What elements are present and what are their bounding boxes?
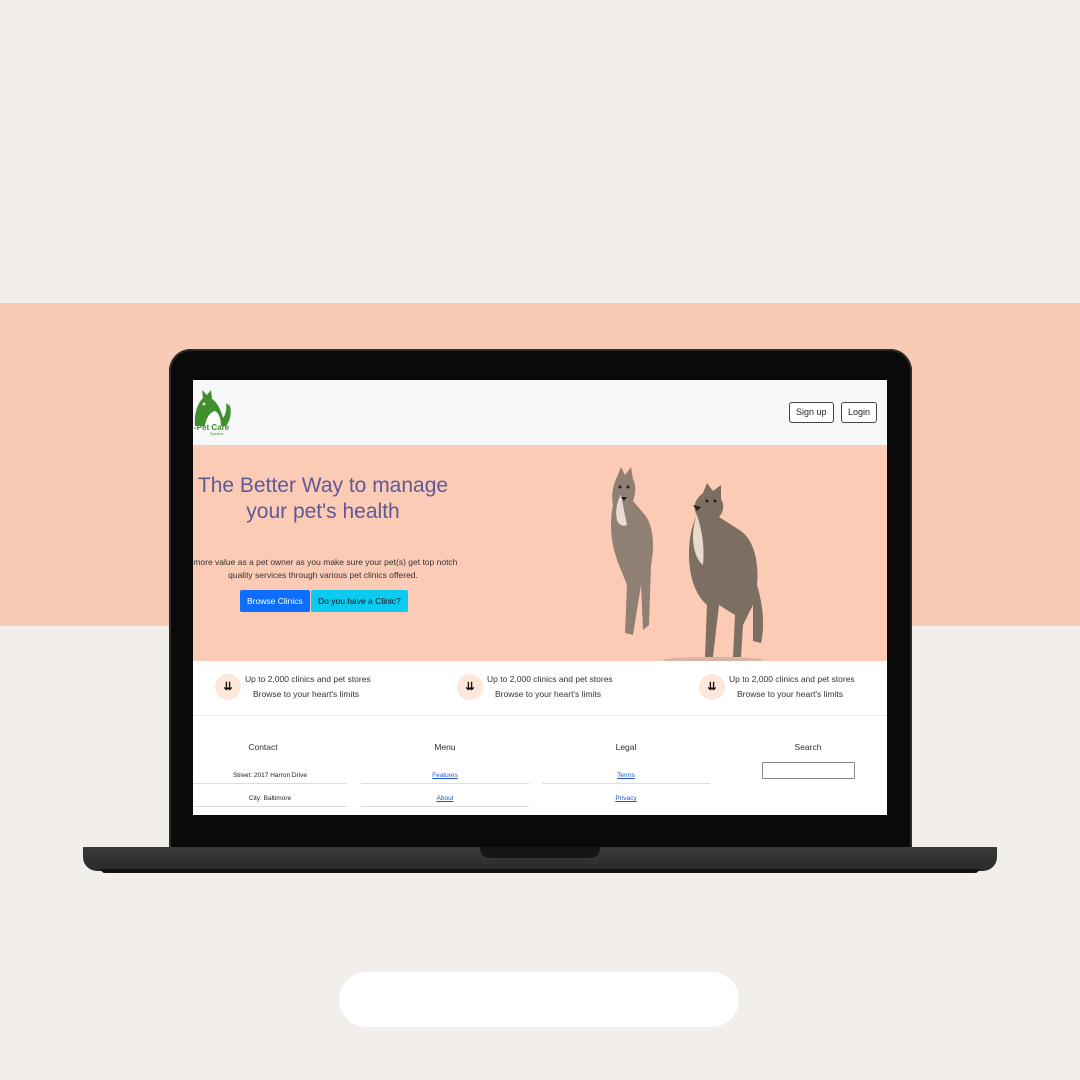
footer-link-privacy[interactable]: Privacy (542, 791, 710, 806)
hero-section: The Better Way to manage your pet's heal… (193, 445, 887, 663)
browse-clinics-button[interactable]: Browse Clinics (240, 590, 310, 612)
two-wolves-image (611, 467, 764, 663)
feature-title: Up to 2,000 clinics and pet stores (729, 674, 855, 684)
hero-title-line2: your pet's health (246, 500, 400, 523)
footer-link-about[interactable]: About (361, 791, 529, 807)
feature-subtitle: Browse to your heart's limits (253, 689, 360, 699)
feature-title: Up to 2,000 clinics and pet stores (487, 674, 613, 684)
footer-link-features[interactable]: Features (361, 768, 529, 784)
navbar: -Pet Care System Sign up Login (193, 380, 887, 445)
white-pill-placeholder (339, 972, 739, 1027)
footer: Contact Street: 2017 Harron Drive City: … (193, 716, 887, 815)
hero-text-line2: quality services through various pet cli… (228, 570, 418, 580)
footer-search-heading: Search (794, 742, 822, 752)
footer-contact-heading: Contact (248, 742, 278, 752)
signup-button[interactable]: Sign up (789, 402, 834, 423)
feature-subtitle: Browse to your heart's limits (737, 689, 844, 699)
laptop-screen: -Pet Care System Sign up Login The Bette… (193, 380, 887, 815)
hero-description: t more value as a pet owner as you make … (193, 556, 465, 582)
hero-title-line1: The Better Way to manage (197, 474, 449, 497)
login-button[interactable]: Login (841, 402, 878, 423)
contact-city: City: Baltimore (193, 791, 347, 807)
feature-subtitle: Browse to your heart's limits (495, 689, 602, 699)
hero-title: The Better Way to manage your pet's heal… (193, 473, 453, 525)
footer-link-terms[interactable]: Terms (542, 768, 710, 784)
footer-search-input[interactable] (762, 762, 855, 779)
double-chevron-down-icon: ⇊ (457, 674, 483, 700)
feature-item: ⇊ Up to 2,000 clinics and pet stores Bro… (457, 674, 657, 704)
feature-item: ⇊ Up to 2,000 clinics and pet stores Bro… (215, 674, 415, 704)
features-strip: ⇊ Up to 2,000 clinics and pet stores Bro… (193, 661, 887, 716)
hero-text-line1: t more value as a pet owner as you make … (193, 557, 458, 567)
feature-item: ⇊ Up to 2,000 clinics and pet stores Bro… (699, 674, 887, 704)
footer-menu-heading: Menu (434, 742, 456, 752)
logo-subtext: System (210, 431, 224, 436)
laptop-notch (480, 847, 600, 858)
contact-street: Street: 2017 Harron Drive (193, 768, 347, 784)
laptop-base-shadow (101, 869, 979, 873)
footer-legal-heading: Legal (615, 742, 637, 752)
double-chevron-down-icon: ⇊ (215, 674, 241, 700)
double-chevron-down-icon: ⇊ (699, 674, 725, 700)
feature-title: Up to 2,000 clinics and pet stores (245, 674, 371, 684)
have-clinic-button[interactable]: Do you have a Clinic? (311, 590, 408, 612)
